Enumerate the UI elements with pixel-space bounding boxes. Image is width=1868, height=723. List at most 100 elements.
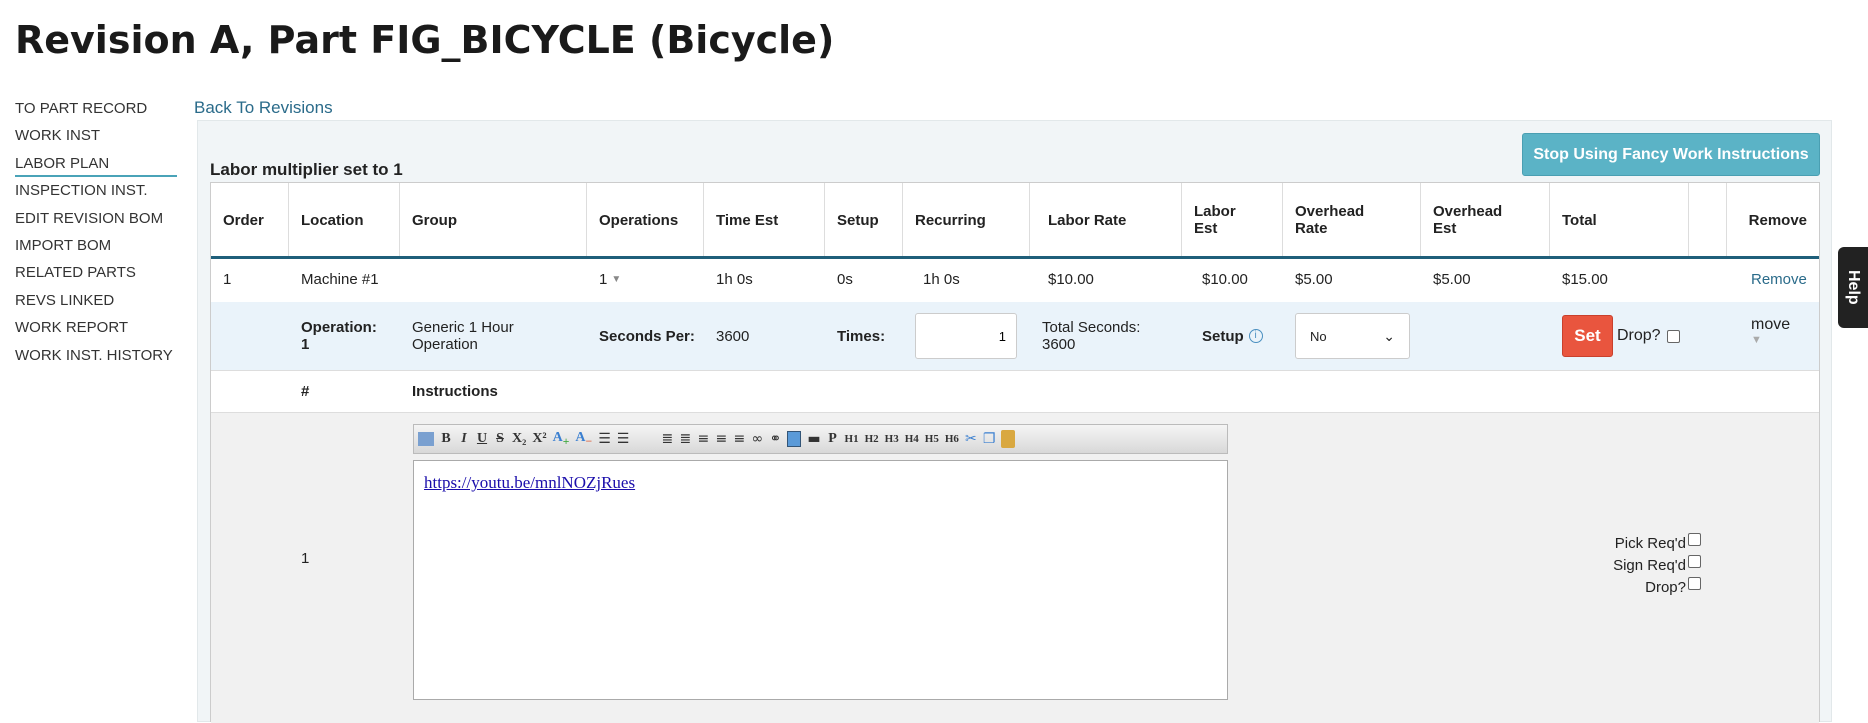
italic-icon[interactable]: I xyxy=(458,431,470,447)
superscript-icon[interactable]: X² xyxy=(532,431,546,447)
indent-icon[interactable]: ≣ xyxy=(661,431,673,447)
h4-icon[interactable]: H4 xyxy=(905,433,919,445)
labor-multiplier-text: Labor multiplier set to 1 xyxy=(210,160,403,179)
header-overhead-rate-label: Overhead Rate xyxy=(1295,203,1365,237)
operation-label: Operation: 1 xyxy=(301,319,377,353)
font-color-icon[interactable]: A+ xyxy=(553,430,570,448)
stop-fancy-instructions-button[interactable]: Stop Using Fancy Work Instructions xyxy=(1522,133,1820,176)
bold-icon[interactable]: B xyxy=(440,431,452,447)
sidebar-item-inspection-inst[interactable]: INSPECTION INST. xyxy=(15,180,177,207)
unlink-icon[interactable]: ⚭ xyxy=(769,431,781,447)
h5-icon[interactable]: H5 xyxy=(925,433,939,445)
header-labor-est: Labor Est xyxy=(1182,183,1283,257)
sidebar-item-import-bom[interactable]: IMPORT BOM xyxy=(15,235,177,262)
sidebar-item-to-part-record[interactable]: TO PART RECORD xyxy=(15,98,177,125)
setup-label-text: Setup xyxy=(1202,327,1244,345)
instr-num: 1 xyxy=(301,549,310,567)
sign-label: Sign Req'd xyxy=(1613,557,1686,574)
sidebar-item-work-inst-history[interactable]: WORK INST. HISTORY xyxy=(15,345,177,372)
header-recurring: Recurring xyxy=(903,183,1030,257)
copy-icon[interactable]: ❐ xyxy=(983,431,996,447)
instr-drop-label: Drop? xyxy=(1645,579,1686,596)
row-labor-est: $10.00 xyxy=(1202,271,1248,288)
remove-format-icon[interactable]: A− xyxy=(575,430,592,448)
row-time-est: 1h 0s xyxy=(716,271,753,288)
page-title: Revision A, Part FIG_BICYCLE (Bicycle) xyxy=(15,18,835,62)
sidebar-item-labor-plan[interactable]: LABOR PLAN xyxy=(15,153,177,177)
remove-link[interactable]: Remove xyxy=(1739,257,1819,302)
seconds-per-label: Seconds Per: xyxy=(599,327,695,345)
header-blank xyxy=(1689,183,1727,257)
pick-checkbox[interactable] xyxy=(1688,533,1701,546)
back-to-revisions-link[interactable]: Back To Revisions xyxy=(194,98,333,118)
header-location: Location xyxy=(289,183,400,257)
header-overhead-est: Overhead Est xyxy=(1421,183,1550,257)
subscript-icon[interactable]: X₂ xyxy=(512,431,526,447)
help-tab[interactable]: Help xyxy=(1838,247,1868,328)
operations-dropdown[interactable]: 1 ▼ xyxy=(587,257,633,302)
ordered-list-icon[interactable]: ☰ xyxy=(598,431,611,447)
move-label: move xyxy=(1751,316,1791,333)
times-input[interactable] xyxy=(915,313,1017,359)
row-overhead-est: $5.00 xyxy=(1433,271,1471,288)
header-operations: Operations xyxy=(587,183,704,257)
sidebar-item-related-parts[interactable]: RELATED PARTS xyxy=(15,262,177,289)
set-button[interactable]: Set xyxy=(1562,315,1613,357)
setup-select-value: No xyxy=(1310,328,1327,344)
total-seconds: Total Seconds: 3600 xyxy=(1042,319,1141,353)
paste-icon[interactable] xyxy=(1001,430,1016,448)
h2-icon[interactable]: H2 xyxy=(865,433,879,445)
image-icon[interactable] xyxy=(787,431,802,447)
operation-name: Generic 1 Hour Operation xyxy=(412,319,514,353)
row-location: Machine #1 xyxy=(301,271,379,288)
sidebar-item-work-inst[interactable]: WORK INST xyxy=(15,125,177,152)
header-labor-est-label: Labor Est xyxy=(1194,203,1236,237)
row-recurring: 1h 0s xyxy=(923,271,960,288)
h6-icon[interactable]: H6 xyxy=(945,433,959,445)
header-overhead-est-label: Overhead Est xyxy=(1433,203,1503,237)
underline-icon[interactable]: U xyxy=(476,431,488,447)
header-setup: Setup xyxy=(825,183,903,257)
sidebar-item-edit-revision-bom[interactable]: EDIT REVISION BOM xyxy=(15,208,177,235)
header-remove: Remove xyxy=(1748,211,1807,229)
row-labor-rate: $10.00 xyxy=(1048,271,1094,288)
h1-icon[interactable]: H1 xyxy=(845,433,859,445)
strikethrough-icon[interactable]: S xyxy=(494,431,506,447)
html-icon[interactable] xyxy=(418,432,434,446)
header-group: Group xyxy=(400,183,587,257)
header-total: Total xyxy=(1550,183,1689,257)
sign-checkbox[interactable] xyxy=(1688,555,1701,568)
sidebar-item-work-report[interactable]: WORK REPORT xyxy=(15,317,177,344)
align-left-icon[interactable]: ≡ xyxy=(697,431,709,447)
pick-required: Pick Req'd xyxy=(1551,533,1701,555)
sidebar: TO PART RECORD WORK INST LABOR PLAN INSP… xyxy=(15,98,177,372)
info-icon[interactable]: i xyxy=(1248,329,1263,343)
row-setup: 0s xyxy=(837,271,853,288)
sign-required: Sign Req'd xyxy=(1551,555,1701,577)
align-right-icon[interactable]: ≡ xyxy=(733,431,745,447)
chevron-down-icon: ⌄ xyxy=(1383,327,1395,344)
times-field-wrap xyxy=(903,302,1029,370)
instr-drop-checkbox[interactable] xyxy=(1688,577,1701,590)
setup-select-wrap: No ⌄ xyxy=(1283,302,1422,370)
instruction-options: Pick Req'd Sign Req'd Drop? xyxy=(1551,533,1701,599)
outdent-icon[interactable]: ≣ xyxy=(679,431,691,447)
align-center-icon[interactable]: ≡ xyxy=(715,431,727,447)
link-icon[interactable]: ∞ xyxy=(751,431,763,447)
set-group: Set Drop? xyxy=(1550,302,1692,370)
header-order: Order xyxy=(211,183,289,257)
unordered-list-icon[interactable]: ☰ xyxy=(617,431,630,447)
move-handle[interactable]: move ▼ xyxy=(1739,302,1802,370)
seconds-per-value: 3600 xyxy=(716,327,750,345)
instruction-editor[interactable]: https://youtu.be/mnlNOZjRues xyxy=(413,460,1228,700)
instruction-link[interactable]: https://youtu.be/mnlNOZjRues xyxy=(424,473,635,492)
instr-drop: Drop? xyxy=(1551,577,1701,599)
sidebar-item-revs-linked[interactable]: REVS LINKED xyxy=(15,290,177,317)
horizontal-rule-icon[interactable]: ▬ xyxy=(807,431,820,447)
setup-select[interactable]: No ⌄ xyxy=(1295,313,1410,359)
paragraph-icon[interactable]: P xyxy=(827,431,839,447)
row-overhead-rate: $5.00 xyxy=(1295,271,1333,288)
cut-icon[interactable]: ✂ xyxy=(965,431,977,447)
h3-icon[interactable]: H3 xyxy=(885,433,899,445)
drop-checkbox[interactable] xyxy=(1666,329,1680,343)
